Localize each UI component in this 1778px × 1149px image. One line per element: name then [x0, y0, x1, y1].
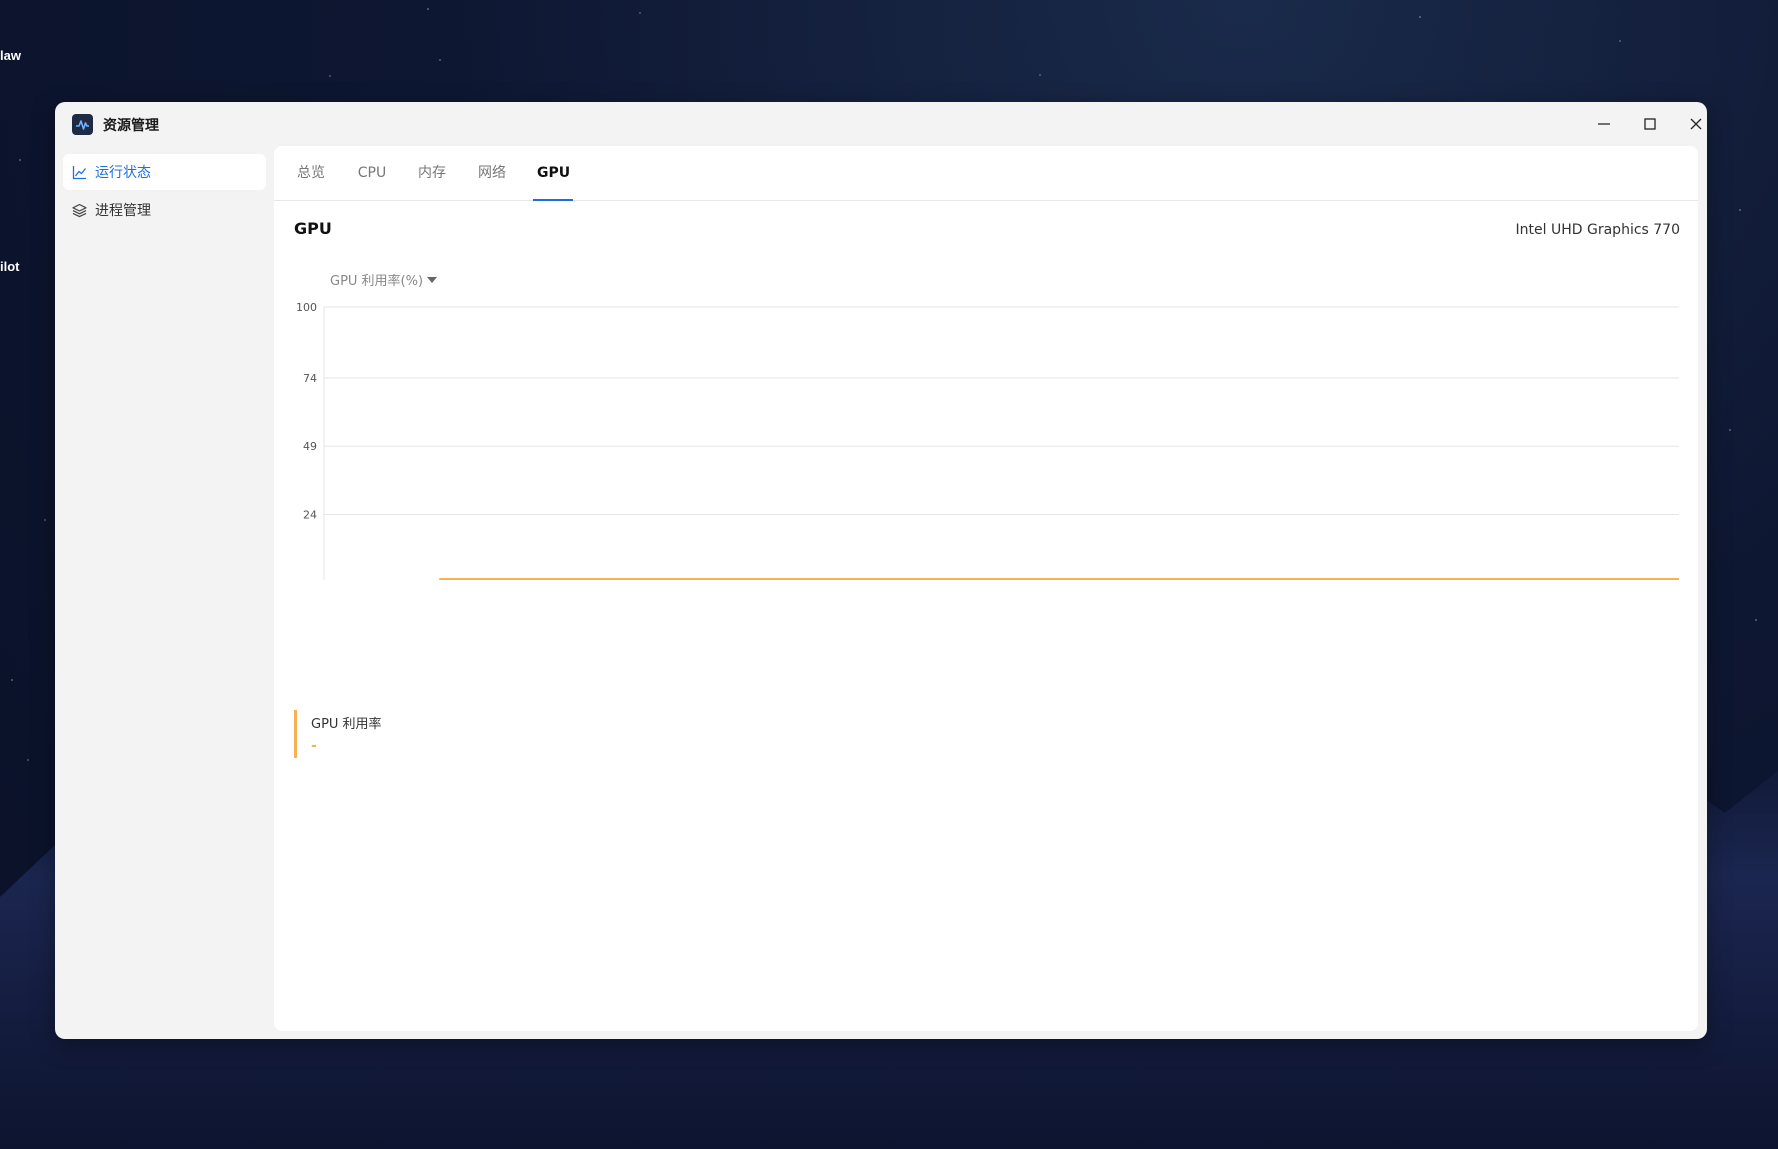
gpu-usage-chart: 24 49 74 100: [296, 301, 1679, 580]
y-tick-label: 74: [303, 372, 317, 385]
legend-series-name: GPU 利用率: [311, 717, 382, 732]
title-bar[interactable]: 资源管理: [55, 102, 1707, 146]
layers-icon: [71, 202, 87, 218]
maximize-button[interactable]: [1630, 108, 1670, 140]
close-button[interactable]: [1676, 108, 1707, 140]
sidebar-item-status[interactable]: 运行状态: [63, 154, 266, 190]
app-title: 资源管理: [103, 118, 159, 134]
app-pulse-icon: [72, 114, 93, 135]
legend-card: GPU 利用率 -: [294, 710, 382, 758]
y-tick-label: 49: [303, 440, 317, 453]
minimize-icon: [1598, 123, 1610, 125]
minimize-button[interactable]: [1584, 108, 1624, 140]
maximize-icon: [1644, 118, 1656, 130]
desktop-label-1[interactable]: law: [0, 48, 21, 63]
desktop-label-2[interactable]: ilot: [0, 259, 20, 274]
line-chart-icon: [71, 164, 87, 180]
y-tick-label: 100: [296, 301, 317, 314]
y-tick-label: 24: [303, 508, 317, 521]
main-panel: 总览 CPU 内存 网络 GPU GPU Intel UHD Graphics …: [274, 146, 1698, 1031]
close-icon: [1690, 118, 1702, 130]
sidebar-item-label: 进程管理: [95, 203, 151, 219]
app-window: 资源管理 运行状态 进程管理 总览 CPU 内存 网络 GPU GPU Inte…: [55, 102, 1707, 1039]
sidebar-item-processes[interactable]: 进程管理: [63, 192, 266, 228]
legend-series-value: -: [311, 738, 317, 754]
sidebar-item-label: 运行状态: [95, 165, 151, 181]
sidebar: 运行状态 进程管理: [63, 154, 266, 230]
